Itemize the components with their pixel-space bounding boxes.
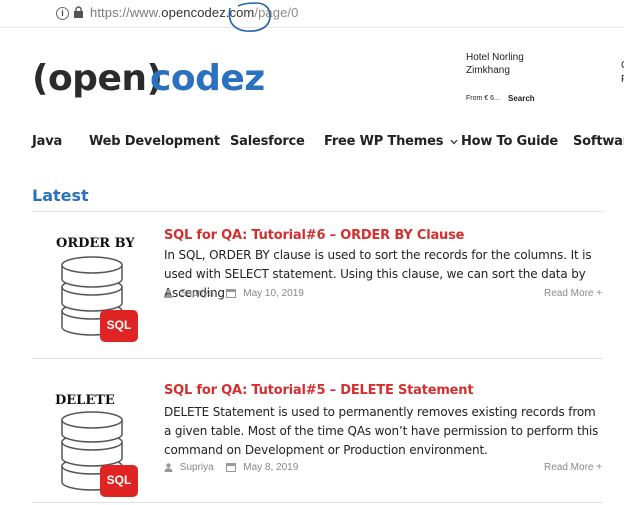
nav-item-salesforce[interactable]: Salesforce (230, 134, 305, 149)
ad-hotel-location: Zimkhang (466, 65, 510, 76)
logo-codez-text[interactable]: codez (150, 58, 265, 99)
post-title-link[interactable]: SQL for QA: Tutorial#5 – DELETE Statemen… (164, 383, 474, 398)
ad-price: From € 6... (466, 95, 500, 102)
calendar-icon (226, 289, 237, 299)
ad-banner[interactable]: Hotel Norling Zimkhang From € 6... Searc… (466, 50, 624, 110)
divider (32, 358, 603, 359)
ad-hotel-name: Hotel Norling (466, 52, 524, 63)
divider (32, 211, 603, 212)
chevron-down-icon (450, 139, 458, 144)
post-author[interactable]: Supriya (180, 462, 214, 473)
ad-search-button[interactable]: Search (508, 94, 535, 103)
nav-item-free-wp-themes-label: Free WP Themes (324, 134, 444, 149)
post-date: May 10, 2019 (243, 288, 304, 299)
url-scheme: https://www. (90, 5, 162, 20)
sql-badge: SQL (106, 473, 132, 487)
nav-item-free-wp-themes[interactable]: Free WP Themes (324, 134, 458, 149)
section-title-latest: Latest (32, 186, 89, 205)
nav-item-web-development[interactable]: Web Development (89, 134, 220, 149)
post-thumbnail-label: ORDER BY (56, 236, 135, 251)
post-thumbnail-label: DELETE (55, 393, 115, 408)
info-icon[interactable]: i (56, 7, 69, 20)
user-icon (164, 289, 173, 298)
sql-badge: SQL (106, 318, 132, 332)
post-author[interactable]: Supriya (180, 288, 214, 299)
post-title-link[interactable]: SQL for QA: Tutorial#6 – ORDER BY Clause (164, 228, 464, 243)
address-bar[interactable]: i https://www.opencodez.com/page/0 (0, 0, 624, 32)
post-meta: Supriya May 10, 2019 (164, 288, 304, 299)
nav-item-java[interactable]: Java (32, 134, 62, 149)
user-icon (164, 463, 173, 472)
calendar-icon (226, 463, 237, 473)
lock-icon (74, 6, 83, 18)
divider (32, 502, 603, 503)
read-more-link[interactable]: Read More + (544, 288, 602, 299)
main-nav: Java Web Development Salesforce Free WP … (0, 134, 624, 154)
nav-item-software[interactable]: Software (573, 134, 624, 149)
hand-drawn-circle-annotation (228, 2, 271, 32)
logo-open-text[interactable]: (open) (32, 58, 163, 99)
post-meta: Supriya May 8, 2019 (164, 462, 298, 473)
read-more-link[interactable]: Read More + (544, 462, 602, 473)
post-date: May 8, 2019 (243, 462, 299, 473)
post-excerpt: DELETE Statement is used to permanently … (164, 405, 599, 457)
nav-item-how-to-guide[interactable]: How To Guide (461, 134, 558, 149)
